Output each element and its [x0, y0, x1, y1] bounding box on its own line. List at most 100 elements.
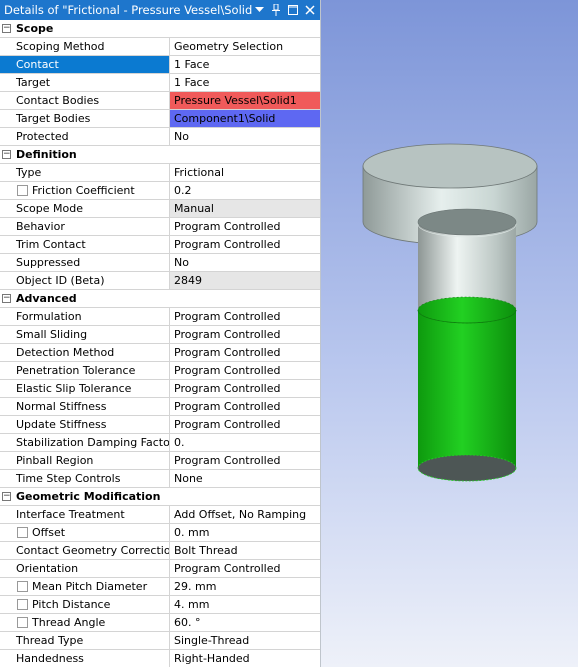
- row-value[interactable]: Single-Thread: [170, 632, 320, 649]
- row-value[interactable]: 0. mm: [170, 524, 320, 541]
- parameter-checkbox[interactable]: [17, 581, 28, 592]
- row-label: Pinball Region: [0, 452, 170, 469]
- row-formulation[interactable]: Formulation Program Controlled: [0, 308, 320, 326]
- row-contact[interactable]: Contact 1 Face: [0, 56, 320, 74]
- section-scope[interactable]: − Scope: [0, 20, 320, 38]
- row-label: Normal Stiffness: [0, 398, 170, 415]
- row-value[interactable]: Bolt Thread: [170, 542, 320, 559]
- parameter-checkbox[interactable]: [17, 527, 28, 538]
- row-suppressed[interactable]: Suppressed No: [0, 254, 320, 272]
- row-value[interactable]: 0.: [170, 434, 320, 451]
- row-value[interactable]: Add Offset, No Ramping: [170, 506, 320, 523]
- row-offset[interactable]: Offset 0. mm: [0, 524, 320, 542]
- row-value[interactable]: Program Controlled: [170, 218, 320, 235]
- row-interface-treatment[interactable]: Interface Treatment Add Offset, No Rampin…: [0, 506, 320, 524]
- row-thread-type[interactable]: Thread Type Single-Thread: [0, 632, 320, 650]
- row-elastic-slip-tolerance[interactable]: Elastic Slip Tolerance Program Controlled: [0, 380, 320, 398]
- section-header: Definition: [16, 148, 77, 161]
- row-behavior[interactable]: Behavior Program Controlled: [0, 218, 320, 236]
- row-label: Suppressed: [0, 254, 170, 271]
- bolt-model[interactable]: [321, 0, 578, 667]
- row-label: Elastic Slip Tolerance: [0, 380, 170, 397]
- row-normal-stiffness[interactable]: Normal Stiffness Program Controlled: [0, 398, 320, 416]
- row-label: Protected: [0, 128, 170, 145]
- row-scoping-method[interactable]: Scoping Method Geometry Selection: [0, 38, 320, 56]
- row-friction-coefficient[interactable]: Friction Coefficient 0.2: [0, 182, 320, 200]
- row-value[interactable]: 1 Face: [170, 56, 320, 73]
- row-label: Update Stiffness: [0, 416, 170, 433]
- row-value[interactable]: Program Controlled: [170, 380, 320, 397]
- row-stabilization-damping-factor[interactable]: Stabilization Damping Factor 0.: [0, 434, 320, 452]
- row-detection-method[interactable]: Detection Method Program Controlled: [0, 344, 320, 362]
- row-value[interactable]: Right-Handed: [170, 650, 320, 667]
- row-value[interactable]: 4. mm: [170, 596, 320, 613]
- row-label: Handedness: [0, 650, 170, 667]
- section-header: Advanced: [16, 292, 77, 305]
- bolt-end-face: [417, 454, 517, 482]
- row-value[interactable]: 0.2: [170, 182, 320, 199]
- row-value[interactable]: 1 Face: [170, 74, 320, 91]
- row-value[interactable]: Program Controlled: [170, 308, 320, 325]
- row-value[interactable]: No: [170, 254, 320, 271]
- row-value[interactable]: Program Controlled: [170, 452, 320, 469]
- row-protected[interactable]: Protected No: [0, 128, 320, 146]
- row-handedness[interactable]: Handedness Right-Handed: [0, 650, 320, 667]
- bolt-head-top: [362, 143, 538, 189]
- row-label: Scoping Method: [0, 38, 170, 55]
- row-small-sliding[interactable]: Small Sliding Program Controlled: [0, 326, 320, 344]
- row-label: Contact: [0, 56, 170, 73]
- close-icon[interactable]: [303, 2, 317, 18]
- row-value: 2849: [170, 272, 320, 289]
- row-value[interactable]: Component1\Solid: [170, 110, 320, 127]
- chevron-down-icon[interactable]: [252, 2, 266, 18]
- row-time-step-controls[interactable]: Time Step Controls None: [0, 470, 320, 488]
- row-update-stiffness[interactable]: Update Stiffness Program Controlled: [0, 416, 320, 434]
- row-value[interactable]: Frictional: [170, 164, 320, 181]
- row-type[interactable]: Type Frictional: [0, 164, 320, 182]
- parameter-checkbox[interactable]: [17, 185, 28, 196]
- row-object-id[interactable]: Object ID (Beta) 2849: [0, 272, 320, 290]
- section-header: Scope: [16, 22, 54, 35]
- row-scope-mode[interactable]: Scope Mode Manual: [0, 200, 320, 218]
- row-value[interactable]: Program Controlled: [170, 362, 320, 379]
- section-definition[interactable]: − Definition: [0, 146, 320, 164]
- pin-icon[interactable]: [269, 2, 283, 18]
- row-value[interactable]: Program Controlled: [170, 398, 320, 415]
- details-title: Details of "Frictional - Pressure Vessel…: [4, 3, 252, 17]
- row-pitch-distance[interactable]: Pitch Distance 4. mm: [0, 596, 320, 614]
- row-mean-pitch-diameter[interactable]: Mean Pitch Diameter 29. mm: [0, 578, 320, 596]
- row-value[interactable]: 60. °: [170, 614, 320, 631]
- row-orientation[interactable]: Orientation Program Controlled: [0, 560, 320, 578]
- parameter-checkbox[interactable]: [17, 599, 28, 610]
- section-advanced[interactable]: − Advanced: [0, 290, 320, 308]
- row-label: Time Step Controls: [0, 470, 170, 487]
- row-value[interactable]: None: [170, 470, 320, 487]
- section-geometric-modification[interactable]: − Geometric Modification: [0, 488, 320, 506]
- row-value[interactable]: 29. mm: [170, 578, 320, 595]
- row-value[interactable]: Geometry Selection: [170, 38, 320, 55]
- row-thread-angle[interactable]: Thread Angle 60. °: [0, 614, 320, 632]
- maximize-icon[interactable]: [286, 2, 300, 18]
- row-label: Target: [0, 74, 170, 91]
- row-label: Formulation: [0, 308, 170, 325]
- row-value[interactable]: Program Controlled: [170, 236, 320, 253]
- row-label: Type: [0, 164, 170, 181]
- row-label: Detection Method: [0, 344, 170, 361]
- row-value[interactable]: Program Controlled: [170, 416, 320, 433]
- row-trim-contact[interactable]: Trim Contact Program Controlled: [0, 236, 320, 254]
- row-value[interactable]: Program Controlled: [170, 326, 320, 343]
- row-contact-bodies[interactable]: Contact Bodies Pressure Vessel\Solid1: [0, 92, 320, 110]
- row-target-bodies[interactable]: Target Bodies Component1\Solid: [0, 110, 320, 128]
- row-value[interactable]: Program Controlled: [170, 560, 320, 577]
- graphics-viewport[interactable]: [321, 0, 578, 667]
- row-penetration-tolerance[interactable]: Penetration Tolerance Program Controlled: [0, 362, 320, 380]
- row-label: Thread Type: [0, 632, 170, 649]
- parameter-checkbox[interactable]: [17, 617, 28, 628]
- row-value[interactable]: Program Controlled: [170, 344, 320, 361]
- row-pinball-region[interactable]: Pinball Region Program Controlled: [0, 452, 320, 470]
- row-target[interactable]: Target 1 Face: [0, 74, 320, 92]
- row-value[interactable]: Pressure Vessel\Solid1: [170, 92, 320, 109]
- row-contact-geometry-correction[interactable]: Contact Geometry Correction Bolt Thread: [0, 542, 320, 560]
- row-value[interactable]: No: [170, 128, 320, 145]
- row-label: Target Bodies: [0, 110, 170, 127]
